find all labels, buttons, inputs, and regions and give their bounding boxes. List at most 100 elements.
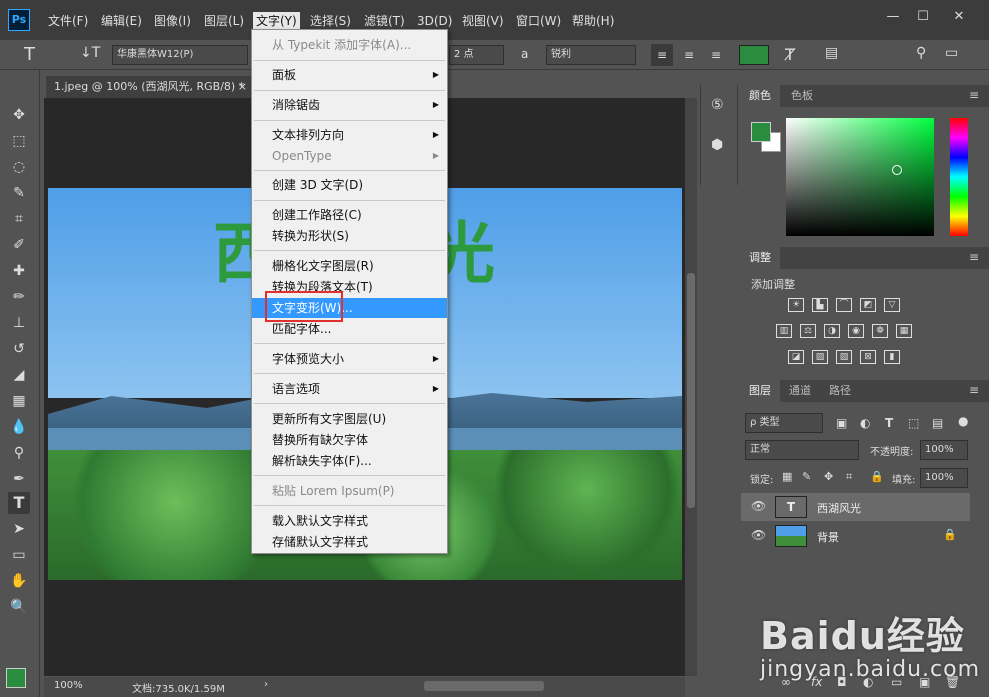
lock-pixels-icon[interactable]: ▦ <box>782 470 792 483</box>
panel-menu-icon[interactable]: ≡ <box>969 383 979 397</box>
layer-filter-select[interactable]: ρ 类型 <box>745 413 823 433</box>
menu-edit[interactable]: 编辑(E) <box>98 12 145 30</box>
hue-sat-icon[interactable]: ▥ <box>776 324 792 338</box>
filter-shape-icon[interactable]: ⬚ <box>908 416 919 430</box>
warp-text-icon[interactable]: Ⱦ <box>785 45 795 64</box>
menu-item-rasterize[interactable]: 栅格化文字图层(R) <box>252 256 447 276</box>
vibrance-icon[interactable]: ▽ <box>884 298 900 312</box>
brush-tool-icon[interactable]: ✏ <box>8 286 30 308</box>
levels-icon[interactable]: ▙ <box>812 298 828 312</box>
document-info[interactable]: 文档:735.0K/1.59M <box>132 680 225 695</box>
black-white-icon[interactable]: ◑ <box>824 324 840 338</box>
menu-image[interactable]: 图像(I) <box>151 12 194 30</box>
menu-item-match-font[interactable]: 匹配字体... <box>252 319 447 339</box>
character-panel-icon[interactable]: ▤ <box>825 45 838 61</box>
tab-swatches[interactable]: 色板 <box>782 85 822 107</box>
menu-filter[interactable]: 滤镜(T) <box>361 12 408 30</box>
crop-tool-icon[interactable]: ⌗ <box>8 208 30 230</box>
move-tool-icon[interactable]: ✥ <box>8 104 30 126</box>
healing-tool-icon[interactable]: ✚ <box>8 260 30 282</box>
type-tool-preset-icon[interactable]: T <box>24 44 35 65</box>
align-center-icon[interactable]: ≡ <box>678 44 700 66</box>
foreground-swatch[interactable] <box>751 122 771 142</box>
menu-item-orientation[interactable]: 文本排列方向 ▶ <box>252 125 447 145</box>
menu-select[interactable]: 选择(S) <box>307 12 354 30</box>
lock-all-icon[interactable]: 🔒 <box>870 470 884 483</box>
search-icon[interactable]: ⚲ <box>916 45 926 61</box>
font-family-select[interactable]: 华康黑体W12(P) <box>112 45 248 65</box>
antialias-select[interactable]: 锐利 <box>546 45 636 65</box>
threshold-icon[interactable]: ▧ <box>836 350 852 364</box>
close-window-button[interactable]: ✕ <box>946 8 972 26</box>
menu-item-load-default-style[interactable]: 载入默认文字样式 <box>252 511 447 531</box>
menu-type[interactable]: 文字(Y) <box>253 12 300 30</box>
type-tool-icon[interactable]: T <box>8 492 30 514</box>
shape-tool-icon[interactable]: ▭ <box>8 544 30 566</box>
menu-layer[interactable]: 图层(L) <box>201 12 247 30</box>
menu-item-language[interactable]: 语言选项 ▶ <box>252 379 447 399</box>
visibility-eye-icon[interactable]: 👁 <box>751 528 766 542</box>
pen-tool-icon[interactable]: ✒ <box>8 468 30 490</box>
eraser-tool-icon[interactable]: ◢ <box>8 364 30 386</box>
lock-paint-icon[interactable]: ✎ <box>802 470 811 483</box>
tab-channels[interactable]: 通道 <box>780 380 820 402</box>
menu-help[interactable]: 帮助(H) <box>569 12 617 30</box>
eyedropper-tool-icon[interactable]: ✐ <box>8 234 30 256</box>
menu-item-update-layers[interactable]: 更新所有文字图层(U) <box>252 409 447 429</box>
tab-layers[interactable]: 图层 <box>740 380 780 402</box>
dodge-tool-icon[interactable]: ⚲ <box>8 442 30 464</box>
menu-item-antialias[interactable]: 消除锯齿 ▶ <box>252 95 447 115</box>
filter-smart-icon[interactable]: ▤ <box>932 416 943 430</box>
history-brush-icon[interactable]: ↺ <box>8 338 30 360</box>
color-lookup-icon[interactable]: ▦ <box>896 324 912 338</box>
text-orientation-icon[interactable]: ↓T <box>80 45 100 61</box>
gradient-tool-icon[interactable]: ▦ <box>8 390 30 412</box>
hand-tool-icon[interactable]: ✋ <box>8 570 30 592</box>
fill-input[interactable]: 100% <box>920 468 968 488</box>
menu-item-preview-size[interactable]: 字体预览大小 ▶ <box>252 349 447 369</box>
panel-menu-icon[interactable]: ≡ <box>969 250 979 264</box>
menu-file[interactable]: 文件(F) <box>45 12 91 30</box>
menu-item-replace-fonts[interactable]: 替换所有缺欠字体 <box>252 430 447 450</box>
menu-3d[interactable]: 3D(D) <box>414 12 455 30</box>
status-arrow-icon[interactable]: › <box>264 679 268 690</box>
workspace-icon[interactable]: ▭ <box>945 45 958 61</box>
marquee-tool-icon[interactable]: ⬚ <box>8 130 30 152</box>
layer-name[interactable]: 背景 <box>817 529 839 545</box>
foreground-color-swatch[interactable] <box>6 668 26 688</box>
filter-adjust-icon[interactable]: ◐ <box>860 416 870 430</box>
tab-adjustments[interactable]: 调整 <box>740 247 780 269</box>
blend-mode-select[interactable]: 正常 <box>745 440 859 460</box>
menu-item-opentype[interactable]: OpenType ▶ <box>252 146 447 166</box>
menu-item-save-default-style[interactable]: 存储默认文字样式 <box>252 532 447 552</box>
hue-slider[interactable] <box>950 118 968 236</box>
selective-color-icon[interactable]: ⊠ <box>860 350 876 364</box>
zoom-level[interactable]: 100% <box>54 680 83 691</box>
menu-item-create-3d[interactable]: 创建 3D 文字(D) <box>252 175 447 195</box>
quick-select-tool-icon[interactable]: ✎ <box>8 182 30 204</box>
opacity-input[interactable]: 100% <box>920 440 968 460</box>
lock-position-icon[interactable]: ✥ <box>824 470 833 483</box>
panel-menu-icon[interactable]: ≡ <box>969 88 979 102</box>
photo-filter-icon[interactable]: ◉ <box>848 324 864 338</box>
invert-icon[interactable]: ◪ <box>788 350 804 364</box>
canvas-vertical-scrollbar[interactable] <box>685 98 697 676</box>
posterize-icon[interactable]: ▨ <box>812 350 828 364</box>
layer-row-text[interactable]: 👁 T 西湖风光 <box>741 493 970 521</box>
menu-window[interactable]: 窗口(W) <box>513 12 564 30</box>
layer-name[interactable]: 西湖风光 <box>817 500 861 516</box>
menu-item-convert-shape[interactable]: 转换为形状(S) <box>252 226 447 246</box>
document-tab[interactable]: 1.jpeg @ 100% (西湖风光, RGB/8) * × <box>46 76 251 98</box>
menu-item-paste-lorem[interactable]: 粘贴 Lorem Ipsum(P) <box>252 481 447 501</box>
lasso-tool-icon[interactable]: ◌ <box>8 156 30 178</box>
visibility-eye-icon[interactable]: 👁 <box>751 499 766 513</box>
zoom-tool-icon[interactable]: 🔍 <box>8 596 30 618</box>
curves-icon[interactable]: ⌒ <box>836 298 852 312</box>
menu-view[interactable]: 视图(V) <box>459 12 507 30</box>
brightness-icon[interactable]: ☀ <box>788 298 804 312</box>
3d-panel-icon[interactable]: ⬢ <box>711 137 723 153</box>
filter-type-icon[interactable]: T <box>885 416 893 430</box>
menu-item-resolve-fonts[interactable]: 解析缺失字体(F)... <box>252 451 447 471</box>
filter-pixel-icon[interactable]: ▣ <box>836 416 847 430</box>
menu-item-add-typekit[interactable]: 从 Typekit 添加字体(A)... <box>252 35 447 55</box>
